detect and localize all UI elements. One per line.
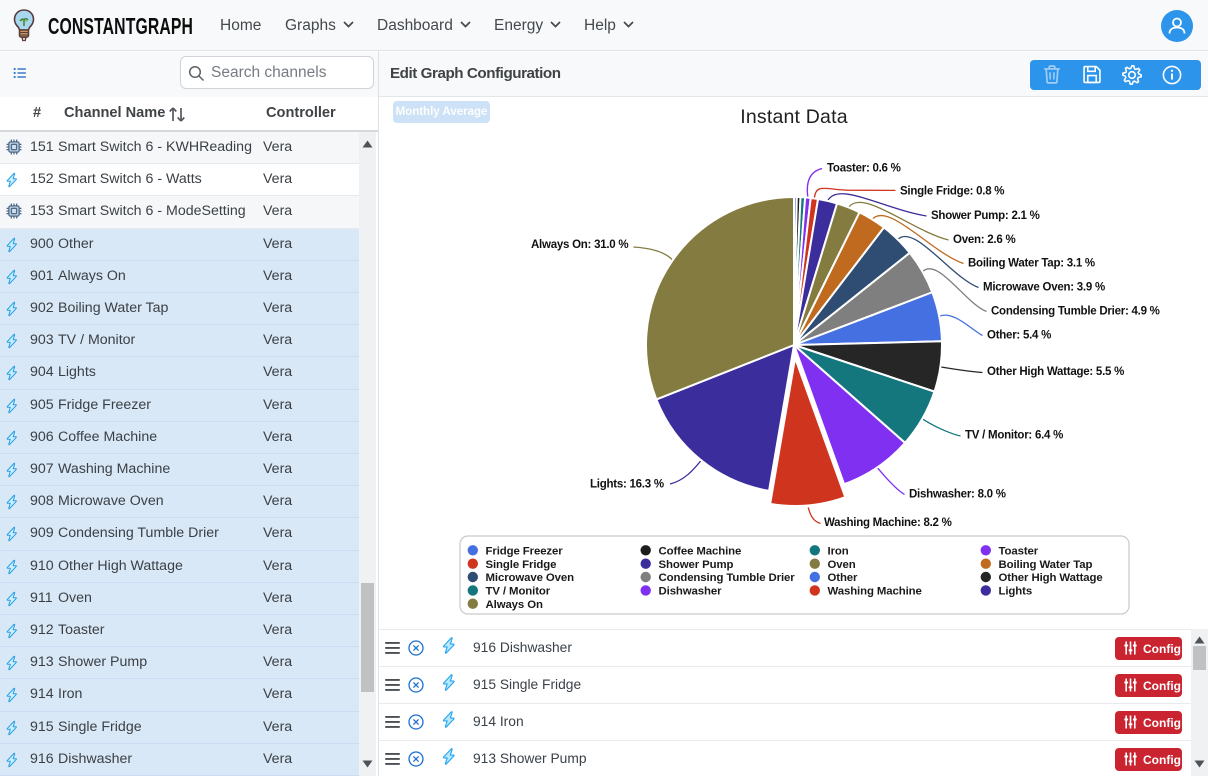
svg-text:Instant Data: Instant Data — [740, 106, 848, 128]
svg-text:Single Fridge: Single Fridge — [486, 559, 557, 571]
svg-text:Lights: 16.3 %: Lights: 16.3 % — [590, 479, 664, 491]
svg-text:Other: Other — [828, 572, 859, 584]
svg-text:Boiling Water Tap: 3.1 %: Boiling Water Tap: 3.1 % — [968, 258, 1095, 270]
svg-text:Boiling Water Tap: Boiling Water Tap — [999, 559, 1093, 571]
svg-text:Shower Pump: 2.1 %: Shower Pump: 2.1 % — [931, 210, 1040, 222]
svg-text:Condensing Tumble Drier: Condensing Tumble Drier — [659, 572, 796, 584]
svg-text:Other: 5.4 %: Other: 5.4 % — [987, 330, 1051, 342]
svg-text:Washing Machine: Washing Machine — [828, 586, 922, 598]
svg-text:Single Fridge: 0.8 %: Single Fridge: 0.8 % — [900, 186, 1004, 198]
svg-text:Condensing Tumble Drier: 4.9 %: Condensing Tumble Drier: 4.9 % — [991, 306, 1160, 318]
svg-text:Microwave Oven: Microwave Oven — [486, 572, 575, 584]
svg-text:Oven: Oven — [828, 559, 856, 571]
svg-text:Coffee Machine: Coffee Machine — [659, 546, 742, 558]
svg-text:Always On: 31.0 %: Always On: 31.0 % — [531, 239, 628, 251]
svg-text:Other High Wattage: Other High Wattage — [999, 572, 1103, 584]
svg-text:Toaster: 0.6 %: Toaster: 0.6 % — [827, 163, 901, 175]
svg-text:Iron: Iron — [828, 546, 849, 558]
svg-text:TV / Monitor: 6.4 %: TV / Monitor: 6.4 % — [965, 430, 1063, 442]
svg-text:Lights: Lights — [999, 586, 1033, 598]
svg-text:Shower Pump: Shower Pump — [659, 559, 734, 571]
svg-text:Washing Machine: 8.2 %: Washing Machine: 8.2 % — [824, 517, 952, 529]
svg-text:Toaster: Toaster — [999, 546, 1039, 558]
svg-text:Other High Wattage: 5.5 %: Other High Wattage: 5.5 % — [987, 366, 1124, 378]
svg-text:Dishwasher: 8.0 %: Dishwasher: 8.0 % — [909, 489, 1006, 501]
svg-text:Oven: 2.6 %: Oven: 2.6 % — [953, 234, 1015, 246]
svg-text:Microwave Oven: 3.9 %: Microwave Oven: 3.9 % — [983, 282, 1105, 294]
svg-text:Fridge Freezer: Fridge Freezer — [486, 546, 564, 558]
svg-text:Dishwasher: Dishwasher — [659, 586, 723, 598]
svg-text:TV / Monitor: TV / Monitor — [486, 586, 551, 598]
svg-text:Always On: Always On — [486, 599, 543, 611]
